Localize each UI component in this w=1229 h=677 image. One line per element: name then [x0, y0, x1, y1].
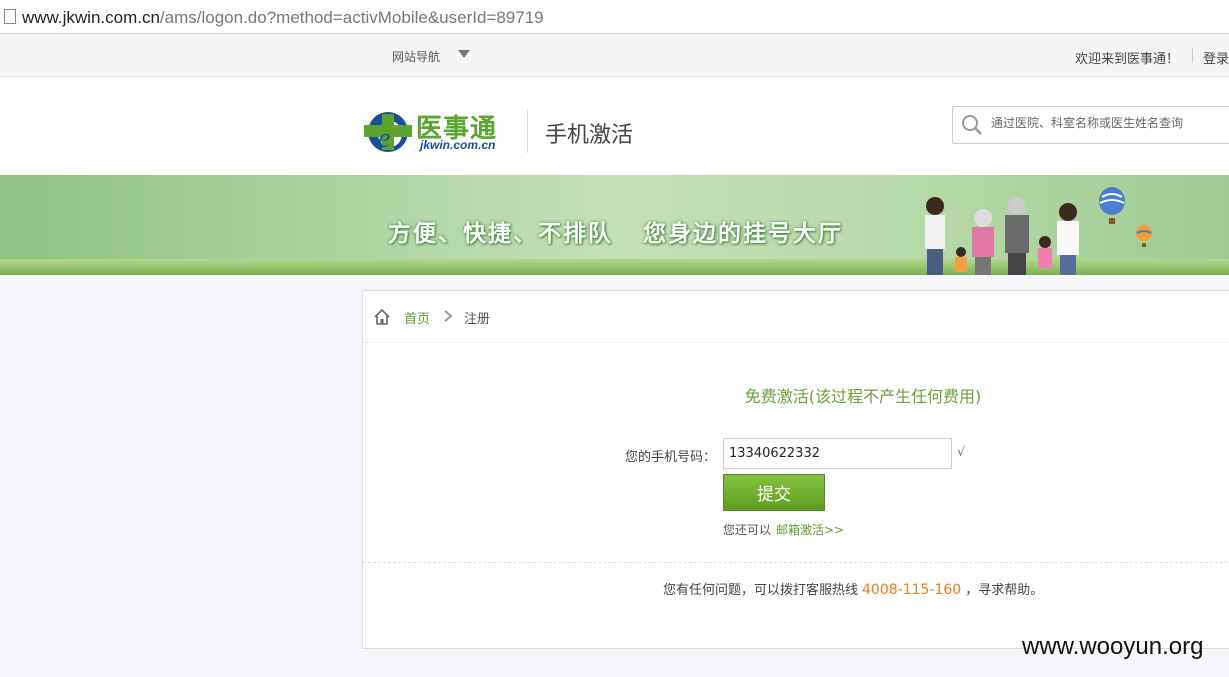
search-input[interactable]: [989, 115, 1229, 131]
logo-subtitle: jkwin.com.cn: [420, 138, 496, 152]
balloon-icon: [1099, 187, 1125, 224]
alt-activation-text: 您还可以: [723, 523, 772, 537]
search-icon[interactable]: [961, 114, 983, 136]
hotline-number: 4008-115-160: [862, 582, 962, 598]
activation-panel: 首页 注册 免费激活(该过程不产生任何费用) 您的手机号码： √ 提交 您还可以…: [362, 290, 1229, 649]
svg-text:e: e: [378, 123, 390, 154]
help-prefix: 您有任何问题，可以拨打客服热线: [663, 583, 859, 598]
nav-divider: [1192, 48, 1193, 63]
url-path: /ams/logon.do?method=activMobile&userId=…: [159, 8, 544, 27]
welcome-text: 欢迎来到医事通！: [1075, 52, 1180, 67]
email-activation-link[interactable]: 邮箱激活>>: [776, 521, 844, 538]
top-nav-bar: 网站导航 欢迎来到医事通！ 登录: [0, 36, 1229, 77]
address-url[interactable]: www.jkwin.com.cn/ams/logon.do?method=act…: [22, 8, 544, 28]
site-nav-link[interactable]: 网站导航: [392, 48, 440, 65]
banner-slogan-right: 您身边的挂号大厅: [643, 221, 843, 247]
home-icon[interactable]: [373, 308, 391, 326]
header-divider: [527, 109, 528, 153]
logo-icon[interactable]: e: [364, 110, 412, 154]
page-title: 手机激活: [545, 123, 634, 148]
balloon-small-icon: [1136, 225, 1152, 247]
page-icon: [4, 9, 16, 24]
banner-slogan-left: 方便、快捷、不排队: [388, 221, 613, 247]
submit-button[interactable]: 提交: [723, 474, 825, 511]
search-box[interactable]: [952, 106, 1229, 144]
chevron-right-icon: [444, 310, 453, 322]
breadcrumb-current: 注册: [464, 312, 491, 327]
login-link[interactable]: 登录: [1203, 48, 1229, 67]
phone-number-input[interactable]: [723, 438, 952, 469]
help-line: 您有任何问题，可以拨打客服热线 4008-115-160 ，寻求帮助。: [663, 579, 1043, 598]
watermark-text: www.wooyun.org: [1022, 633, 1204, 660]
promo-banner: 方便、快捷、不排队 您身边的挂号大厅: [0, 175, 1229, 275]
section-divider: [363, 562, 1229, 563]
valid-check-icon: √: [957, 445, 966, 460]
family-illustration: [925, 197, 1079, 275]
browser-address-bar[interactable]: www.jkwin.com.cn/ams/logon.do?method=act…: [0, 0, 1229, 34]
phone-label: 您的手机号码：: [625, 450, 717, 465]
site-header: e 医事通 jkwin.com.cn 手机激活: [0, 77, 1229, 175]
chevron-down-icon[interactable]: [458, 50, 470, 58]
breadcrumb: 首页 注册: [363, 291, 1229, 343]
help-suffix: ，寻求帮助。: [965, 583, 1044, 598]
form-title: 免费激活(该过程不产生任何费用): [744, 387, 982, 406]
url-domain: www.jkwin.com.cn: [22, 8, 160, 27]
breadcrumb-home-link[interactable]: 首页: [404, 308, 430, 327]
